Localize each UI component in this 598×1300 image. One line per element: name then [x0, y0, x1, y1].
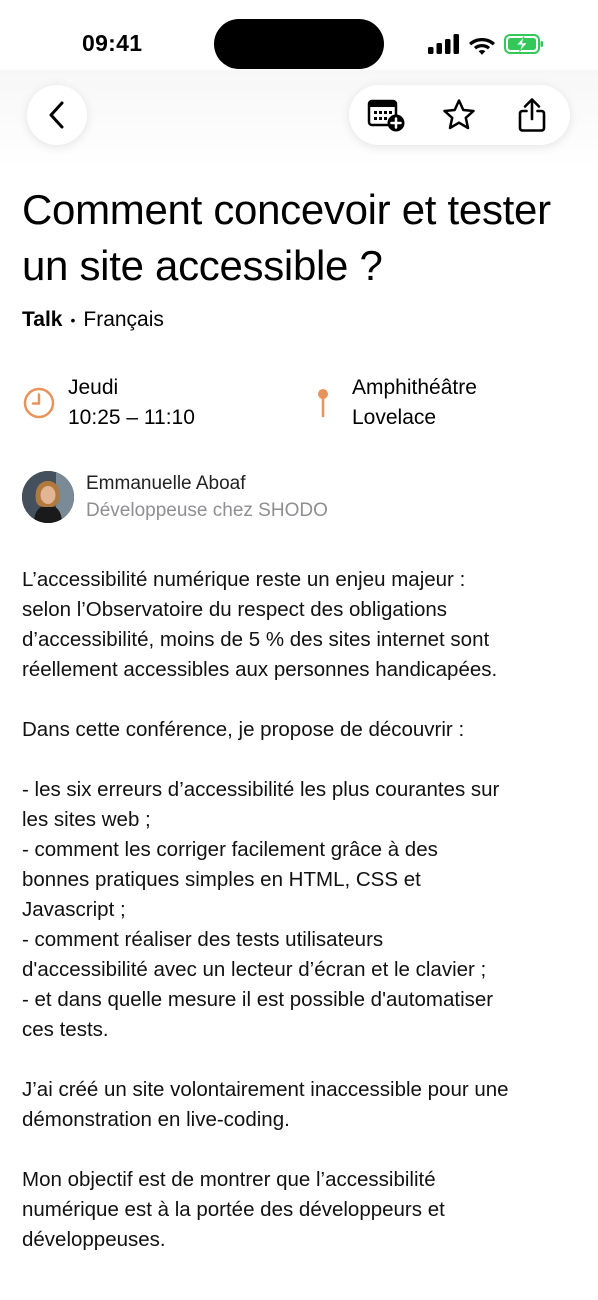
description-paragraph: J’ai créé un site volontairement inacces… [22, 1078, 509, 1131]
wifi-icon [469, 37, 495, 55]
description-paragraph: L’accessibilité numérique reste un enjeu… [22, 568, 498, 681]
status-icons [428, 31, 544, 57]
share-icon [518, 98, 545, 132]
status-time: 09:41 [82, 30, 143, 56]
talk-language: Français [83, 308, 164, 331]
chevron-left-icon [49, 101, 64, 129]
time-info: Jeudi 10:25 – 11:10 [22, 373, 195, 433]
room-name-line2: Lovelace [352, 406, 437, 429]
talk-description: L’accessibilité numérique reste un enjeu… [22, 565, 582, 1285]
dynamic-island [214, 19, 384, 69]
star-icon [442, 99, 475, 130]
speaker-avatar [22, 471, 74, 523]
location-info: Amphithéâtre Lovelace [306, 373, 477, 433]
battery-charging-icon [504, 34, 543, 54]
action-bar [349, 85, 570, 145]
talk-type: Talk [22, 308, 63, 331]
description-paragraph: - les six erreurs d’accessibilité les pl… [22, 778, 500, 1041]
speaker-role: Développeuse chez SHODO [86, 500, 328, 521]
share-button[interactable] [495, 85, 568, 145]
speaker-row[interactable]: Emmanuelle Aboaf Développeuse chez SHODO [22, 470, 328, 524]
room-name-line1: Amphithéâtre [352, 376, 477, 399]
description-paragraph: Mon objectif est de montrer que l’access… [22, 1168, 445, 1251]
location-pin-icon [318, 389, 328, 418]
talk-meta: Talk • Français [22, 306, 164, 334]
talk-time-range: 10:25 – 11:10 [68, 406, 195, 429]
talk-title: Comment concevoir et tester un site acce… [22, 186, 551, 289]
description-paragraph: Dans cette conférence, je propose de déc… [22, 718, 465, 741]
clock-icon [23, 387, 55, 419]
back-button[interactable] [27, 85, 87, 145]
schedule-info: Jeudi 10:25 – 11:10 Amphithéâtre Lovelac… [22, 373, 582, 433]
talk-day: Jeudi [68, 376, 119, 399]
favorite-button[interactable] [422, 85, 495, 145]
status-bar: 09:41 [0, 0, 598, 80]
meta-separator: • [70, 312, 76, 328]
cellular-signal-icon [428, 34, 459, 54]
speaker-name: Emmanuelle Aboaf [86, 473, 246, 494]
add-to-calendar-button[interactable] [349, 85, 422, 145]
add-to-calendar-icon [367, 99, 404, 132]
